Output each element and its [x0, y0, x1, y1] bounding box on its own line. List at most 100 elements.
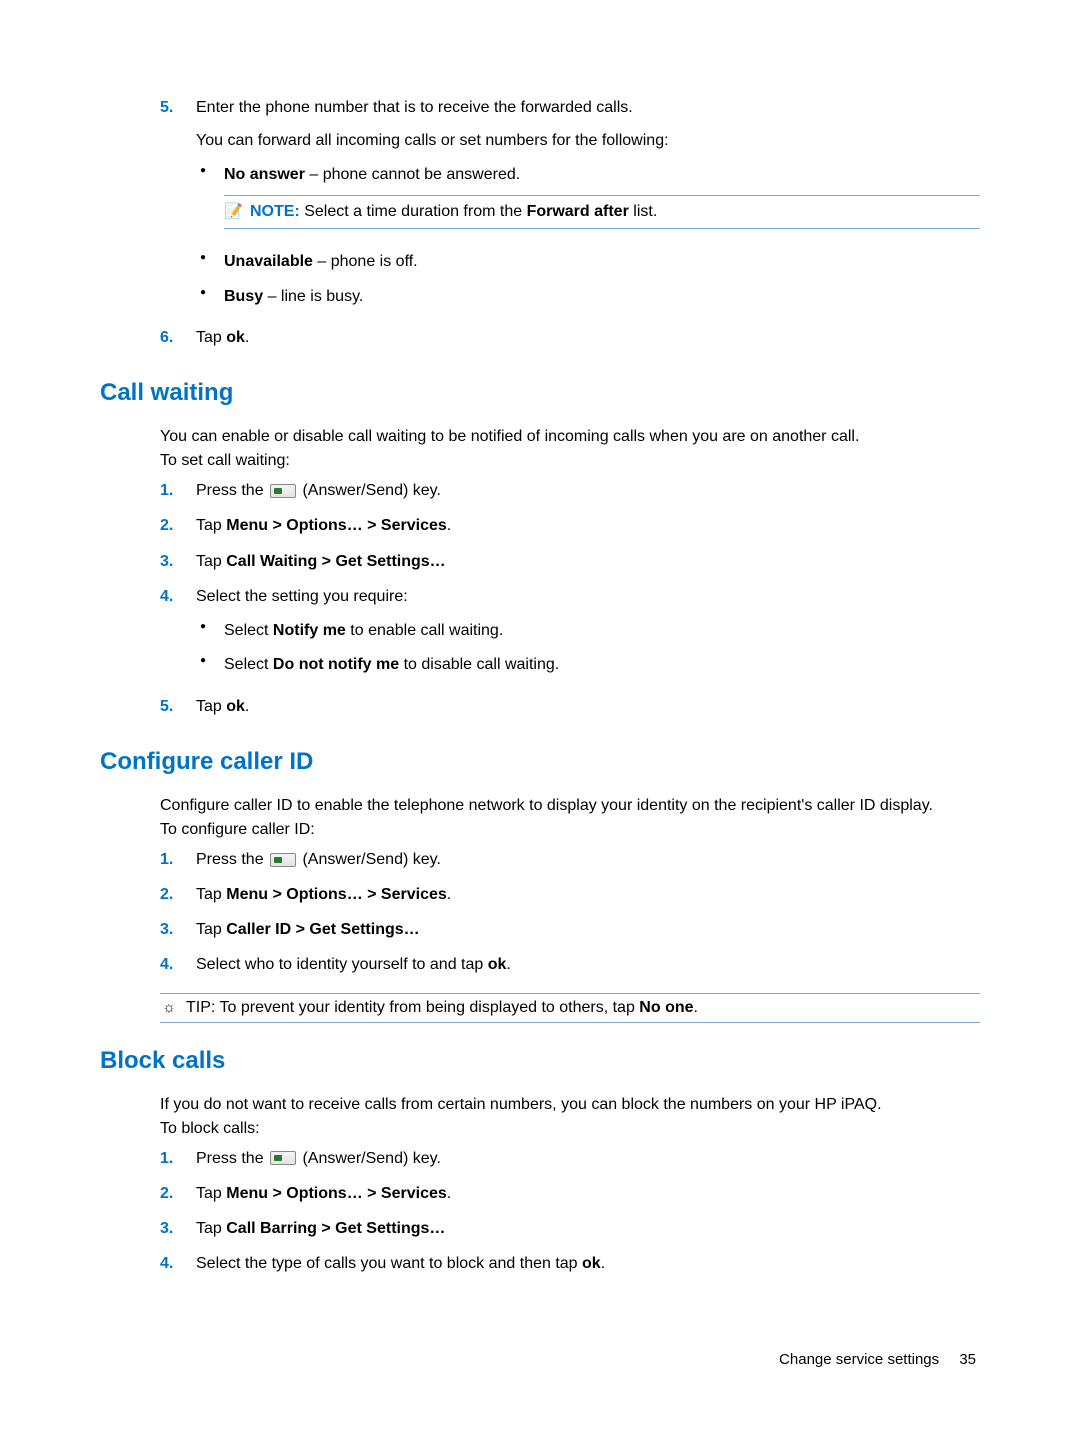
option-label: Unavailable — [224, 253, 313, 270]
call-waiting-intro1: You can enable or disable call waiting t… — [160, 425, 980, 449]
callerid-steps: 1. Press the (Answer/Send) key. 2. Tap M… — [160, 842, 980, 983]
bc-step-3: 3. Tap Call Barring > Get Settings… — [160, 1211, 980, 1246]
callerid-intro2: To configure caller ID: — [160, 818, 980, 842]
text-bold: Do not notify me — [273, 656, 399, 673]
text-part: . — [447, 1185, 451, 1202]
text-part: . — [245, 698, 249, 715]
cw-options: Select Notify me to enable call waiting.… — [196, 614, 980, 683]
text-bold: No one — [639, 999, 693, 1016]
option-no-answer: No answer – phone cannot be answered. 📝 … — [196, 158, 980, 245]
text-part: Select the type of calls you want to blo… — [196, 1255, 582, 1272]
option-text: – line is busy. — [263, 288, 363, 305]
cw-step-1: 1. Press the (Answer/Send) key. — [160, 473, 980, 508]
text-part: To prevent your identity from being disp… — [220, 999, 640, 1016]
option-text: – phone is off. — [313, 253, 418, 270]
note-bold: Forward after — [527, 203, 629, 220]
cw-step-2: 2. Tap Menu > Options… > Services. — [160, 508, 980, 543]
step-text: Tap ok. — [196, 329, 249, 346]
heading-caller-id: Configure caller ID — [100, 748, 980, 776]
tip-callout: ☼ TIP: To prevent your identity from bei… — [160, 993, 980, 1023]
option-unavailable: Unavailable – phone is off. — [196, 245, 980, 279]
answer-send-key-icon — [270, 1151, 296, 1165]
text-part: Press the — [196, 851, 268, 868]
cid-step-4: 4. Select who to identity yourself to an… — [160, 947, 980, 982]
text-part: Select who to identity yourself to and t… — [196, 956, 488, 973]
text-part: Tap — [196, 886, 226, 903]
cw-step-4: 4. Select the setting you require: Selec… — [160, 579, 980, 689]
step-number: 5. — [160, 695, 173, 718]
step-number: 4. — [160, 585, 173, 608]
step-number: 1. — [160, 848, 173, 871]
option-label: Busy — [224, 288, 263, 305]
forwarding-options: No answer – phone cannot be answered. 📝 … — [196, 158, 980, 314]
callerid-intro1: Configure caller ID to enable the teleph… — [160, 794, 980, 818]
text-bold: Call Waiting > Get Settings… — [226, 553, 445, 570]
step-number: 3. — [160, 918, 173, 941]
cid-step-2: 2. Tap Menu > Options… > Services. — [160, 877, 980, 912]
step-text: Press the (Answer/Send) key. — [196, 482, 441, 499]
step-number: 3. — [160, 1217, 173, 1240]
text-part: . — [447, 886, 451, 903]
text-part: Tap — [196, 553, 226, 570]
step-number: 5. — [160, 96, 173, 119]
answer-send-key-icon — [270, 853, 296, 867]
blockcalls-intro2: To block calls: — [160, 1117, 980, 1141]
page-footer: Change service settings 35 — [100, 1351, 980, 1368]
text-part: . — [506, 956, 510, 973]
note-text-a: Select a time duration from the — [304, 203, 526, 220]
text-part: Press the — [196, 1150, 268, 1167]
step-text: Tap Menu > Options… > Services. — [196, 886, 451, 903]
note-callout: 📝 NOTE: Select a time duration from the … — [224, 195, 980, 229]
tip-label: TIP: — [186, 999, 215, 1016]
text-bold: Menu > Options… > Services — [226, 1185, 447, 1202]
blockcalls-steps: 1. Press the (Answer/Send) key. 2. Tap M… — [160, 1141, 980, 1282]
note-label: NOTE: — [250, 203, 300, 220]
cid-step-3: 3. Tap Caller ID > Get Settings… — [160, 912, 980, 947]
text-bold: Menu > Options… > Services — [226, 886, 447, 903]
step-text: Tap Call Barring > Get Settings… — [196, 1220, 445, 1237]
call-waiting-intro2: To set call waiting: — [160, 449, 980, 473]
bc-step-4: 4. Select the type of calls you want to … — [160, 1246, 980, 1281]
step-text: Tap Call Waiting > Get Settings… — [196, 553, 446, 570]
step-text: Tap Menu > Options… > Services. — [196, 1185, 451, 1202]
text-part: Press the — [196, 482, 268, 499]
forwarding-steps: 5. Enter the phone number that is to rec… — [160, 90, 980, 355]
step-number: 4. — [160, 953, 173, 976]
text-part: . — [694, 999, 698, 1016]
forwarding-step-5: 5. Enter the phone number that is to rec… — [160, 90, 980, 320]
step-text: Select the setting you require: — [196, 588, 408, 605]
step-number: 6. — [160, 326, 173, 349]
call-waiting-steps: 1. Press the (Answer/Send) key. 2. Tap M… — [160, 473, 980, 724]
step-number: 2. — [160, 1182, 173, 1205]
heading-block-calls: Block calls — [100, 1047, 980, 1075]
option-text: – phone cannot be answered. — [305, 166, 520, 183]
heading-call-waiting: Call waiting — [100, 379, 980, 407]
text-part: (Answer/Send) key. — [298, 851, 441, 868]
text-part: Tap — [196, 1185, 226, 1202]
text-part: Tap — [196, 517, 226, 534]
cw-opt-donotnotify: Select Do not notify me to disable call … — [196, 648, 980, 682]
step-text: Tap ok. — [196, 698, 249, 715]
text-bold: ok — [226, 329, 245, 346]
forwarding-step-6: 6. Tap ok. — [160, 320, 980, 355]
step-text: Select the type of calls you want to blo… — [196, 1255, 605, 1272]
page: 5. Enter the phone number that is to rec… — [0, 0, 1080, 1428]
text-part: Tap — [196, 329, 226, 346]
step-text: Tap Menu > Options… > Services. — [196, 517, 451, 534]
step-number: 2. — [160, 883, 173, 906]
bc-step-2: 2. Tap Menu > Options… > Services. — [160, 1176, 980, 1211]
text-part: . — [447, 517, 451, 534]
cw-step-3: 3. Tap Call Waiting > Get Settings… — [160, 544, 980, 579]
text-bold: ok — [226, 698, 245, 715]
text-part: Tap — [196, 921, 226, 938]
step-text: Select who to identity yourself to and t… — [196, 956, 511, 973]
option-busy: Busy – line is busy. — [196, 280, 980, 314]
text-bold: ok — [582, 1255, 601, 1272]
text-part: (Answer/Send) key. — [298, 482, 441, 499]
step-text: Tap Caller ID > Get Settings… — [196, 921, 420, 938]
option-label: No answer — [224, 166, 305, 183]
step-number: 2. — [160, 514, 173, 537]
tip-body: TIP: To prevent your identity from being… — [186, 999, 698, 1017]
note-body: NOTE: Select a time duration from the Fo… — [250, 201, 657, 223]
text-part: Select — [224, 656, 273, 673]
